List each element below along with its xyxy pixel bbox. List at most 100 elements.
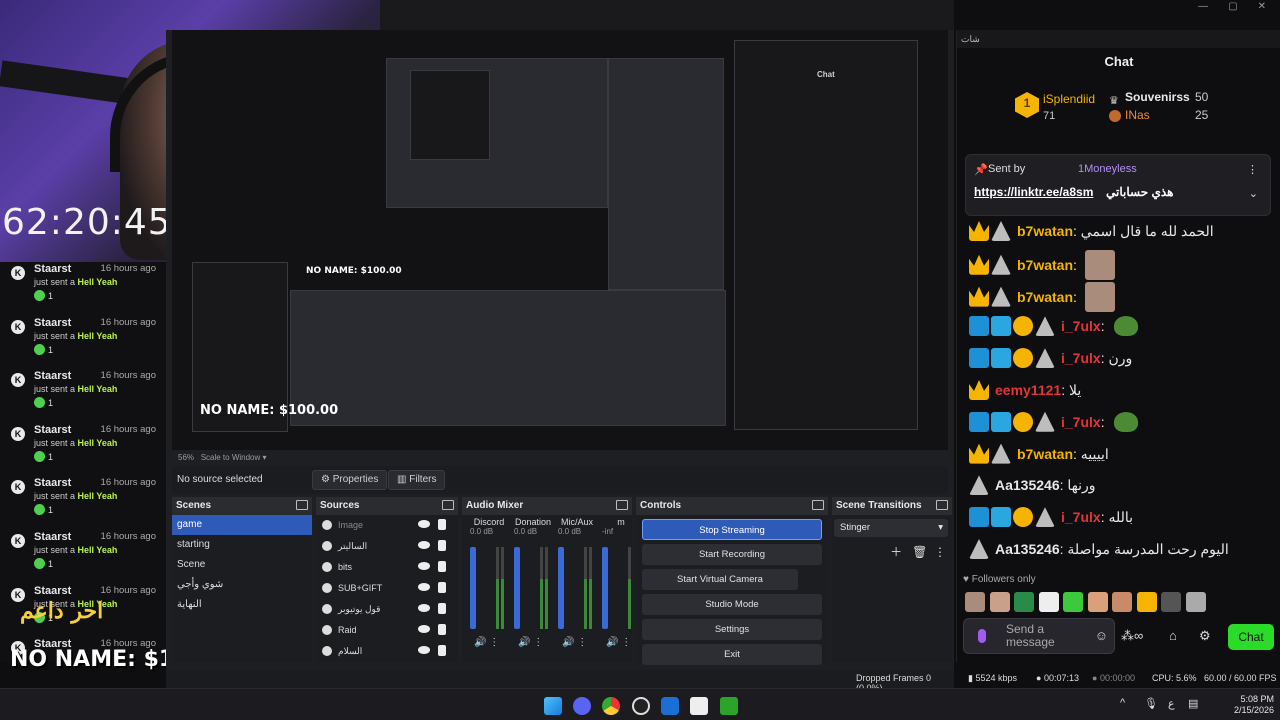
chat-message[interactable]: b7watan: <box>969 249 1115 280</box>
chat-message[interactable]: i_7ulx: <box>969 409 1139 435</box>
chat-input[interactable]: Send a message ☺ <box>963 618 1115 654</box>
camera-icon[interactable] <box>690 697 708 715</box>
more-icon[interactable]: ⋮ <box>533 637 543 648</box>
more-icon[interactable]: ⋮ <box>489 637 499 648</box>
chat-username[interactable]: i_7ulx <box>1061 509 1101 525</box>
chat-username[interactable]: i_7ulx <box>1061 350 1101 366</box>
control-button[interactable]: Start Recording <box>642 544 822 565</box>
chat-message[interactable]: b7watan: اييييه <box>969 441 1109 467</box>
chat-message[interactable]: Aa135246: ورنها <box>969 472 1096 498</box>
store-icon[interactable]: ⌂ <box>1169 628 1177 643</box>
control-button[interactable]: Stop Streaming <box>642 519 822 540</box>
control-button[interactable]: Studio Mode <box>642 594 822 615</box>
popout-icon[interactable] <box>616 500 628 510</box>
chat-username[interactable]: b7watan <box>1017 223 1073 239</box>
source-item[interactable]: Image <box>316 515 458 536</box>
chrome-icon[interactable] <box>602 697 620 715</box>
tray-chevron-icon[interactable]: ^ <box>1120 697 1125 709</box>
more-icon[interactable]: ⋮ <box>577 637 587 648</box>
lock-icon[interactable] <box>438 624 446 635</box>
bits-icon[interactable]: ⁂∞ <box>1121 628 1143 644</box>
chevron-down-icon[interactable]: ⌄ <box>1249 187 1258 200</box>
source-item[interactable]: Raid <box>316 620 458 641</box>
lock-icon[interactable] <box>438 540 446 551</box>
popout-icon[interactable] <box>442 500 454 510</box>
filters-button[interactable]: ▥ Filters <box>388 470 446 490</box>
clock[interactable]: 5:08 PM 2/15/2026 <box>1234 694 1274 716</box>
lock-icon[interactable] <box>438 603 446 614</box>
volume-fader[interactable] <box>470 547 476 629</box>
eye-icon[interactable] <box>418 562 430 570</box>
chat-username[interactable]: b7watan <box>1017 257 1073 273</box>
emote-icon[interactable] <box>1161 592 1181 612</box>
control-button[interactable]: Exit <box>642 644 822 665</box>
scene-item[interactable]: starting <box>172 535 312 555</box>
properties-button[interactable]: ⚙ Properties <box>312 470 388 490</box>
emote-icon[interactable] <box>1038 592 1059 612</box>
eye-icon[interactable] <box>418 541 430 549</box>
chat-message[interactable]: i_7ulx: ورن <box>969 345 1132 371</box>
emoji-icon[interactable]: ☺ <box>1095 628 1108 643</box>
discord-icon[interactable] <box>573 697 591 715</box>
scene-item[interactable]: Scene <box>172 555 312 575</box>
obs-icon[interactable] <box>632 697 650 715</box>
pinned-message[interactable]: 📌 Sent by 1Moneyless https://linktr.ee/a… <box>965 154 1271 216</box>
emote-icon[interactable] <box>1087 592 1108 612</box>
emote-icon[interactable] <box>1014 592 1034 612</box>
emote-icon[interactable] <box>1136 592 1157 612</box>
popout-icon[interactable] <box>296 500 308 510</box>
trash-icon[interactable]: 🗑 <box>912 545 927 559</box>
lock-icon[interactable] <box>438 519 446 530</box>
source-item[interactable]: قول يوتيوبر <box>316 599 458 620</box>
add-icon[interactable]: ＋ <box>890 545 902 559</box>
scene-item[interactable]: النهاية <box>172 595 312 615</box>
chat-username[interactable]: Aa135246 <box>995 541 1060 557</box>
emote-icon[interactable] <box>1112 592 1132 612</box>
obs-preview[interactable]: NO NAME: $100.00 NO NAME: $100.00 Chat <box>172 30 948 450</box>
close-button[interactable]: ✕ <box>1258 0 1266 16</box>
chat-message[interactable]: b7watan: الحمد لله ما قال اسمي <box>969 218 1214 244</box>
eye-icon[interactable] <box>418 520 430 528</box>
popout-icon[interactable] <box>812 500 824 510</box>
chat-message[interactable]: i_7ulx: بالله <box>969 504 1133 530</box>
eye-icon[interactable] <box>418 583 430 591</box>
mic-icon[interactable]: 🎙 <box>1144 697 1158 710</box>
minimize-button[interactable]: — <box>1198 0 1208 16</box>
gear-icon[interactable]: ⚙ <box>1199 628 1211 644</box>
language-indicator[interactable]: ع <box>1168 697 1175 710</box>
more-icon[interactable]: ⋮ <box>1247 163 1258 176</box>
chat-username[interactable]: i_7ulx <box>1061 414 1101 430</box>
speaker-icon[interactable]: 🔊 <box>606 637 621 648</box>
control-button[interactable]: Settings <box>642 619 822 640</box>
chat-message[interactable]: eemy1121: يلا <box>969 377 1081 403</box>
emote-icon[interactable] <box>989 592 1010 612</box>
source-item[interactable]: الساليتر <box>316 536 458 557</box>
emote-icon[interactable] <box>965 592 985 612</box>
chat-username[interactable]: i_7ulx <box>1061 318 1101 334</box>
source-item[interactable]: السلام <box>316 641 458 662</box>
eye-icon[interactable] <box>418 604 430 612</box>
app-icon[interactable] <box>661 697 679 715</box>
lock-icon[interactable] <box>438 645 446 656</box>
chat-username[interactable]: b7watan <box>1017 446 1073 462</box>
control-button[interactable]: Start Virtual Camera <box>642 569 798 590</box>
chat-send-button[interactable]: Chat <box>1228 624 1274 650</box>
chat-username[interactable]: b7watan <box>1017 289 1073 305</box>
speaker-icon[interactable]: 🔊 <box>474 637 489 648</box>
chat-username[interactable]: eemy1121 <box>995 382 1061 398</box>
emote-icon[interactable] <box>1063 592 1083 612</box>
lock-icon[interactable] <box>438 582 446 593</box>
speaker-icon[interactable]: 🔊 <box>562 637 577 648</box>
chat-message[interactable]: Aa135246: اليوم رحت المدرسة مواصلة <box>969 536 1229 562</box>
transition-select[interactable]: Stinger ▾ <box>834 519 948 537</box>
volume-fader[interactable] <box>558 547 564 629</box>
scene-item[interactable]: game <box>172 515 312 535</box>
eye-icon[interactable] <box>418 646 430 654</box>
emote-icon[interactable] <box>1185 592 1206 612</box>
more-icon[interactable]: ⋮ <box>934 545 946 559</box>
speaker-icon[interactable]: 🔊 <box>518 637 533 648</box>
popout-icon[interactable] <box>936 500 948 510</box>
scene-item[interactable]: شوي وأجي <box>172 575 312 595</box>
eye-icon[interactable] <box>418 625 430 633</box>
source-item[interactable]: SUB+GIFT <box>316 578 458 599</box>
